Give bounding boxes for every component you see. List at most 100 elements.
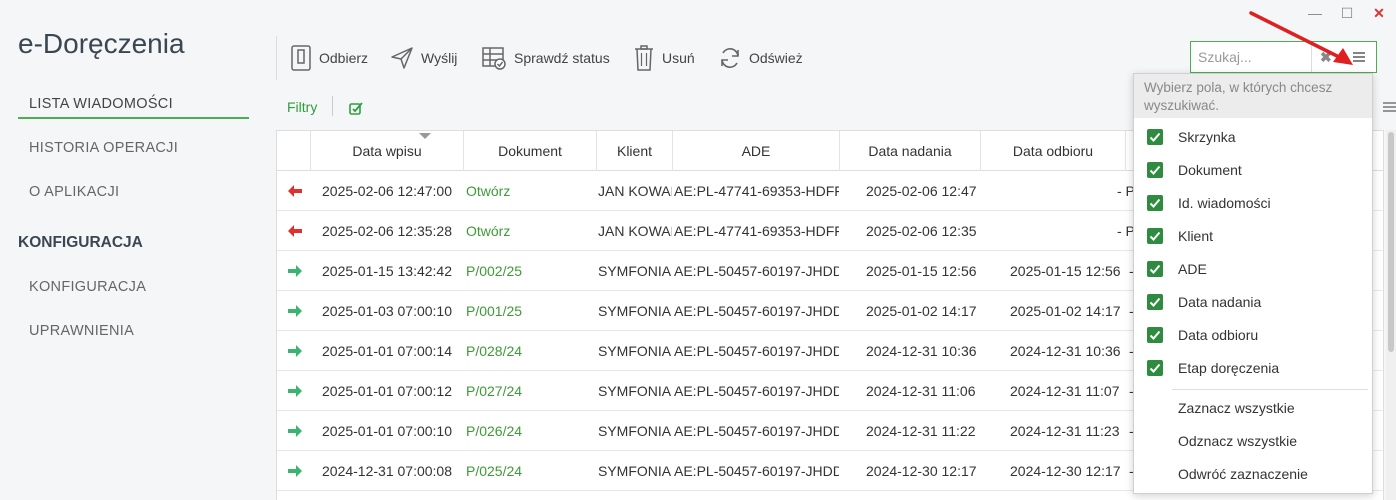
header-direction [277,131,311,171]
checkmark-icon [1149,132,1161,142]
sidebar-item-permissions[interactable]: UPRAWNIENIA [29,323,134,339]
send-label: Wyślij [421,50,458,66]
filters-divider [332,96,333,116]
header-ade[interactable]: ADE [673,131,840,171]
sidebar-item-configuration[interactable]: KONFIGURACJA [29,279,146,295]
cell-ade: AE:PL-50457-60197-JHDD [674,423,839,439]
sidebar-item-about[interactable]: O APLIKACJI [29,184,119,200]
clear-search-icon[interactable]: ✖ [1320,49,1332,66]
checkmark-icon [1149,165,1161,175]
search-field-option[interactable]: Etap doręczenia [1134,352,1372,385]
action-label: Odwróć zaznaczenie [1178,466,1308,482]
cell-ade: AE:PL-50457-60197-JHDD [674,383,839,399]
cell-doc[interactable]: Otwórz [466,211,594,251]
cell-date: 2024-12-31 07:00:08 [322,463,452,479]
check-status-label: Sprawdź status [514,50,610,66]
cell-doc[interactable]: P/027/24 [466,371,594,411]
cell-doc[interactable]: P/028/24 [466,331,594,371]
cell-date: 2025-01-03 07:00:10 [322,303,452,319]
minimize-button[interactable]: — [1308,4,1322,22]
sort-indicator-icon [419,133,431,139]
outgoing-arrow-icon [288,305,302,317]
cell-date: 2025-01-01 07:00:14 [322,343,452,359]
search-field-option[interactable]: ADE [1134,253,1372,286]
cell-recv: 2025-01-15 12:56 [1010,263,1121,279]
checkbox[interactable] [1147,162,1163,178]
cell-doc[interactable]: P/025/24 [466,451,594,491]
receive-button[interactable]: Odbierz [290,44,368,72]
action-label: Zaznacz wszystkie [1178,400,1295,416]
scrollbar-thumb[interactable] [1388,132,1394,352]
cell-doc[interactable]: P/001/25 [466,291,594,331]
dropdown-hint: Wybierz pola, w których chcesz wyszukiwa… [1134,74,1372,118]
select-all-option[interactable]: Zaznacz wszystkie [1134,392,1372,425]
cell-recv [1010,211,1125,251]
checkbox[interactable] [1147,360,1163,376]
edit-filter-icon[interactable] [349,101,363,115]
cell-sent: 2024-12-30 12:17 [866,463,977,479]
checkbox[interactable] [1147,327,1163,343]
cell-client: SYMFONIA [598,423,672,439]
search-field-option[interactable]: Id. wiadomości [1134,187,1372,220]
cell-doc[interactable]: Otwórz [466,171,594,211]
cell-date: 2025-01-15 13:42:42 [322,263,452,279]
header-document[interactable]: Dokument [464,131,597,171]
search-input[interactable] [1191,42,1312,72]
search-fields-menu-icon[interactable] [1349,48,1369,66]
grid-options-icon[interactable] [1383,100,1396,114]
search-field-option[interactable]: Klient [1134,220,1372,253]
checkbox[interactable] [1147,228,1163,244]
cell-ade: AE:PL-50457-60197-JHDD [674,303,839,319]
checkmark-icon [1149,198,1161,208]
refresh-icon [721,48,739,68]
vertical-scrollbar[interactable] [1386,130,1396,500]
refresh-button[interactable]: Odśwież [718,44,803,72]
checkbox[interactable] [1147,261,1163,277]
cell-ade: AE:PL-47741-69353-HDFF [674,223,839,239]
sidebar-item-history[interactable]: HISTORIA OPERACJI [29,140,178,156]
cell-sent: 2025-01-15 12:56 [866,263,977,279]
app-title: e-Doręczenia [18,28,185,59]
header-sent-date[interactable]: Data nadania [840,131,981,171]
cell-client: JAN KOWALSKI [598,223,672,239]
option-label: Etap doręczenia [1178,360,1280,376]
search-field-option[interactable]: Skrzynka [1134,121,1372,154]
sidebar-item-messages[interactable]: LISTA WIADOMOŚCI [29,96,173,112]
check-status-button[interactable]: Sprawdź status [481,44,610,72]
cell-sent: 2025-02-06 12:47 [866,183,977,199]
cell-client: SYMFONIA [598,383,672,399]
outgoing-arrow-icon [288,385,302,397]
action-label: Odznacz wszystkie [1178,433,1298,449]
cell-doc[interactable]: P/026/24 [466,411,594,451]
cell-ade: AE:PL-47741-69353-HDFF [674,183,839,199]
refresh-label: Odśwież [749,50,803,66]
deselect-all-option[interactable]: Odznacz wszystkie [1134,425,1372,458]
search-field-option[interactable]: Data odbioru [1134,319,1372,352]
header-date-entry[interactable]: Data wpisu [311,131,464,171]
invert-selection-option[interactable]: Odwróć zaznaczenie [1134,458,1372,491]
cell-ade: AE:PL-50457-60197-JHDD [674,263,839,279]
cell-doc[interactable]: P/002/25 [466,251,594,291]
header-received-date[interactable]: Data odbioru [981,131,1126,171]
maximize-button[interactable]: ☐ [1340,4,1354,22]
search-field-option[interactable]: Data nadania [1134,286,1372,319]
option-label: Data odbioru [1178,327,1259,343]
cell-sent: 2024-12-31 11:22 [866,423,976,439]
checkbox[interactable] [1147,294,1163,310]
filters-link[interactable]: Filtry [287,99,317,115]
option-label: Klient [1178,228,1214,244]
delete-button[interactable]: Usuń [633,44,695,72]
cell-client: SYMFONIA [598,263,672,279]
cell-date: 2025-01-01 07:00:12 [322,383,452,399]
search-field-option[interactable]: Dokument [1134,154,1372,187]
header-client[interactable]: Klient [597,131,673,171]
checkbox[interactable] [1147,129,1163,145]
cell-client: JAN KOWALSKI [598,183,672,199]
checkbox[interactable] [1147,195,1163,211]
send-icon [391,47,413,69]
send-button[interactable]: Wyślij [390,44,457,72]
checkmark-icon [1149,231,1161,241]
checkmark-icon [1149,264,1161,274]
delete-label: Usuń [662,50,695,66]
close-button[interactable]: ✕ [1372,4,1386,22]
